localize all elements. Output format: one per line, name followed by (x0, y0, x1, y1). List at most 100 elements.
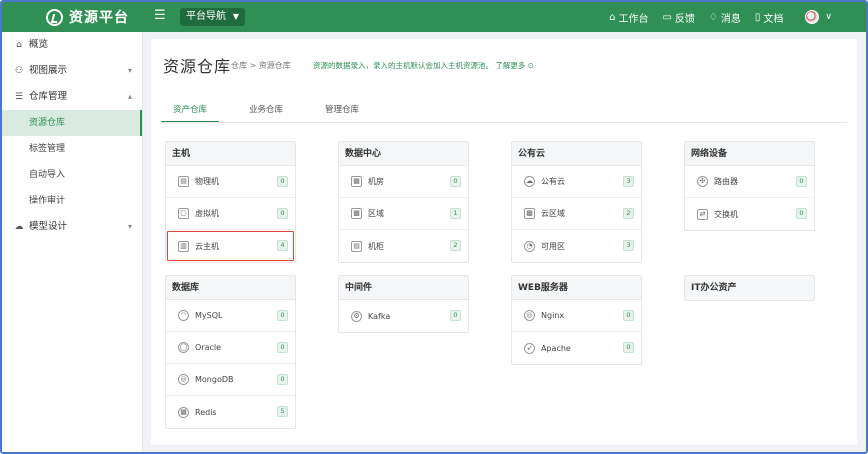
top-item-feedback[interactable]: ▭ 反馈 (662, 10, 694, 25)
item-label: Oracle (195, 343, 222, 352)
item-label: 区域 (368, 209, 384, 218)
list-item-public-cloud[interactable]: ☁ 公有云 3 (512, 166, 641, 198)
count-badge: 2 (623, 208, 634, 219)
card-title: 中间件 (339, 276, 468, 300)
chevron-up-icon: ▴ (127, 92, 132, 101)
list-item-apache[interactable]: ➶ Apache 0 (512, 332, 641, 364)
user-menu[interactable]: ∨ (805, 10, 832, 24)
cloud-region-icon: ▩ (524, 208, 535, 219)
region-icon: ▩ (351, 208, 362, 219)
count-badge: 0 (450, 310, 461, 321)
breadcrumb[interactable]: 仓库 > 资源仓库 (231, 60, 291, 71)
list-item-switch[interactable]: ⇄ 交换机 0 (685, 198, 814, 230)
top-bar: 资源平台 ☰ 平台导航 ▼ ⌂ 工作台 ▭ 反馈 ♢ 消息 ▯ 文档 ∨ (2, 2, 866, 32)
item-label: Kafka (368, 311, 391, 321)
tab-business-repo[interactable]: 业务仓库 (237, 103, 295, 123)
list-item-kafka[interactable]: ⚙ Kafka 0 (339, 300, 468, 332)
card-title: 网络设备 (685, 142, 814, 166)
main-content: 资源仓库 仓库 > 资源仓库 资源的数据录入，录入的主机默认会加入主机资源池。 … (151, 39, 857, 445)
sidebar-item-views[interactable]: ⚇ 视图展示 ▾ (2, 58, 142, 84)
chevron-down-icon: ▾ (127, 66, 132, 75)
item-label: 虚拟机 (195, 209, 219, 218)
menu-toggle-icon[interactable]: ☰ (154, 9, 166, 23)
rack-icon: ▤ (351, 240, 362, 252)
card-it-office: IT办公资产 (684, 275, 815, 301)
list-item-region[interactable]: ▩ 区域 1 (339, 198, 468, 230)
top-item-docs[interactable]: ▯ 文档 (755, 10, 784, 25)
sidebar-item-audit[interactable]: 操作审计 (2, 188, 142, 214)
list-item-router[interactable]: ✣ 路由器 0 (685, 166, 814, 198)
top-item-messages[interactable]: ♢ 消息 (709, 10, 741, 25)
list-item-room[interactable]: ▦ 机房 0 (339, 166, 468, 198)
list-icon: ☰ (14, 92, 24, 102)
list-item-physical[interactable]: ▤ 物理机 0 (166, 166, 295, 198)
count-badge: 3 (623, 176, 634, 187)
list-item-cloud-region[interactable]: ▩ 云区域 2 (512, 198, 641, 230)
platform-nav-label: 平台导航 (186, 11, 226, 22)
count-badge: 0 (623, 310, 634, 321)
card-host: 主机 ▤ 物理机 0 ▢ 虚拟机 0 ▥ 云主机 4 (165, 141, 296, 263)
page-tip[interactable]: 资源的数据录入，录入的主机默认会加入主机资源池。 了解更多 ⊙ (313, 60, 534, 71)
count-badge: 0 (277, 342, 288, 353)
tab-asset-repo[interactable]: 资产仓库 (161, 103, 220, 123)
cloud-host-icon: ▥ (178, 240, 189, 252)
model-icon: ☁ (14, 222, 24, 232)
sidebar-item-auto-import[interactable]: 自动导入 (2, 162, 142, 188)
list-item-zone[interactable]: ◔ 可用区 3 (512, 230, 641, 262)
top-item-workbench[interactable]: ⌂ 工作台 (609, 10, 648, 25)
count-badge: 3 (623, 240, 634, 251)
item-label: Nginx (541, 311, 565, 320)
sidebar: ⌂ 概览 ⚇ 视图展示 ▾ ☰ 仓库管理 ▴ 资源仓库 标签管理 自动导入 操作… (2, 32, 143, 452)
chevron-down-icon: ▾ (127, 222, 132, 231)
avatar (805, 10, 820, 24)
card-public-cloud: 公有云 ☁ 公有云 3 ▩ 云区域 2 ◔ 可用区 3 (511, 141, 642, 263)
kafka-icon: ⚙ (351, 310, 362, 322)
apache-icon: ➶ (524, 342, 535, 354)
top-item-label: 文档 (763, 13, 784, 25)
count-badge: 1 (450, 208, 461, 219)
list-item-oracle[interactable]: ◯ Oracle 0 (166, 332, 295, 364)
home-icon: ⌂ (16, 40, 22, 50)
item-label: 云主机 (195, 241, 219, 251)
sidebar-item-overview[interactable]: ⌂ 概览 (2, 32, 142, 58)
item-label: 可用区 (541, 241, 565, 251)
item-label: Redis (195, 407, 217, 417)
building-icon: ▦ (351, 176, 362, 187)
tab-management-repo[interactable]: 管理仓库 (313, 103, 371, 123)
item-label: Apache (541, 343, 571, 353)
top-actions: ⌂ 工作台 ▭ 反馈 ♢ 消息 ▯ 文档 ∨ (609, 2, 832, 32)
card-middleware: 中间件 ⚙ Kafka 0 (338, 275, 469, 333)
platform-nav-select[interactable]: 平台导航 ▼ (180, 8, 245, 26)
list-item-nginx[interactable]: ◎ Nginx 0 (512, 300, 641, 332)
switch-icon: ⇄ (697, 208, 708, 220)
list-item-mysql[interactable]: ◠ MySQL 0 (166, 300, 295, 332)
card-database: 数据库 ◠ MySQL 0 ◯ Oracle 0 ◎ MongoDB 0 ▦ R… (165, 275, 296, 429)
page-title: 资源仓库 (163, 57, 232, 76)
list-item-mongodb[interactable]: ◎ MongoDB 0 (166, 364, 295, 396)
item-label: MongoDB (195, 375, 234, 384)
item-label: 交换机 (714, 209, 738, 219)
card-web-server: WEB服务器 ◎ Nginx 0 ➶ Apache 0 (511, 275, 642, 365)
sidebar-item-tag-management[interactable]: 标签管理 (2, 136, 142, 162)
card-title: 公有云 (512, 142, 641, 166)
sidebar-item-resource-repo[interactable]: 资源仓库 (2, 110, 142, 136)
list-item-vm[interactable]: ▢ 虚拟机 0 (166, 198, 295, 230)
chevron-down-icon: ▼ (232, 12, 239, 21)
logo-icon (46, 8, 63, 26)
count-badge: 2 (450, 240, 461, 251)
top-item-label: 消息 (720, 13, 741, 25)
sidebar-item-model-design[interactable]: ☁ 模型设计 ▾ (2, 214, 142, 240)
sidebar-item-repo-management[interactable]: ☰ 仓库管理 ▴ (2, 84, 142, 110)
sidebar-item-label: 模型设计 (29, 221, 68, 232)
list-item-rack[interactable]: ▤ 机柜 2 (339, 230, 468, 262)
zone-icon: ◔ (524, 240, 535, 252)
list-item-redis[interactable]: ▦ Redis 5 (166, 396, 295, 428)
vm-icon: ▢ (178, 208, 189, 219)
logo[interactable]: 资源平台 (46, 8, 129, 26)
card-title: 数据中心 (339, 142, 468, 166)
list-item-cloud-host[interactable]: ▥ 云主机 4 (166, 230, 295, 262)
app-title: 资源平台 (69, 10, 129, 26)
count-badge: 0 (277, 374, 288, 385)
count-badge: 0 (623, 342, 634, 353)
router-icon: ✣ (697, 176, 708, 187)
